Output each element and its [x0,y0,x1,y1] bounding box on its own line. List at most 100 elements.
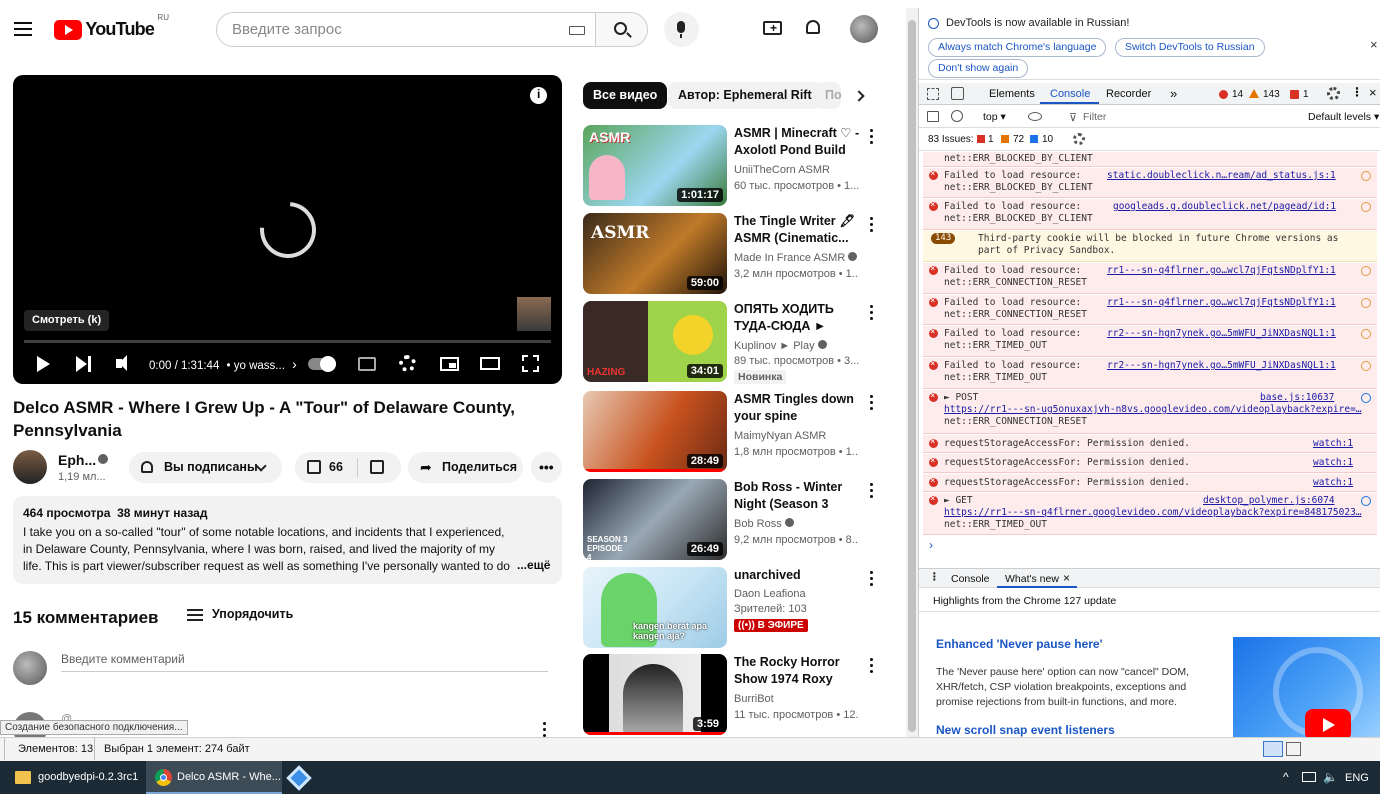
comment-menu-icon[interactable] [543,722,547,737]
close-icon[interactable]: × [1370,37,1378,52]
related-thumbnail[interactable]: ASMR 59:00 [583,213,727,294]
notifications-bell-icon[interactable] [806,20,820,34]
related-channel[interactable]: MaimyNyan ASMR [734,430,826,442]
feature-title-link[interactable]: Enhanced 'Never pause here' [936,637,1102,651]
play-icon[interactable] [37,356,50,372]
tab-console[interactable]: Console [1050,88,1090,100]
console-error-row[interactable]: requestStorageAccessFor: Permission deni… [923,474,1377,492]
chapter-arrow-icon[interactable]: › [292,356,297,372]
drawer-tab-whats-new[interactable]: What's new [1005,573,1059,585]
taskbar-item-chrome[interactable]: Delco ASMR - Whe... [146,761,282,794]
taskbar-item-folder[interactable]: goodbyedpi-0.2.3rc1 [0,761,146,794]
request-url[interactable]: https://rr1---sn-ug5onuxaxjvh-n8vs.googl… [944,404,1362,416]
fullscreen-icon[interactable] [522,355,539,372]
context-select[interactable]: top ▾ [983,111,1006,123]
feature-title-link[interactable]: New scroll snap event listeners [936,723,1115,737]
drawer-menu-icon[interactable]: ⋮ [929,571,940,583]
language-indicator[interactable]: ENG [1345,772,1369,784]
network-request-icon[interactable] [1361,202,1371,212]
request-url[interactable]: https://rr1---sn-q4flrner.googlevideo.co… [944,507,1362,519]
more-vert-icon[interactable]: ⋮ [1351,85,1363,99]
warning-count[interactable]: 143 [1263,89,1280,100]
source-link[interactable]: rr2---sn-hgn7ynek.go…5mWFU_JiNXDasNQL1:1 [1107,328,1336,340]
description-box[interactable]: 464 просмотра 38 минут назад I take you … [13,496,562,584]
more-tabs-icon[interactable]: » [1170,86,1177,101]
more-vert-icon[interactable] [870,217,874,235]
related-channel[interactable]: Bob Ross [734,518,794,530]
related-channel[interactable]: Made In France ASMR [734,252,858,264]
related-title[interactable]: Bob Ross - Winter Night (Season 3 Episod… [734,479,866,513]
console-warning-row[interactable]: 143 Third-party cookie will be blocked i… [923,231,1377,262]
like-icon[interactable] [307,460,321,474]
channel-name[interactable]: Eph... [58,452,96,468]
account-avatar[interactable] [850,15,878,43]
tab-elements[interactable]: Elements [989,88,1035,100]
source-link[interactable]: rr1---sn-q4flrner.go…wcl7qjFqtsNDplfY1:1 [1107,265,1336,277]
issues-bar[interactable]: 83 Issues: 1 72 10 [919,129,1380,151]
channel-avatar[interactable] [13,450,47,484]
subtitles-icon[interactable] [358,357,376,371]
source-link[interactable]: desktop_polymer.js:6074 [1203,495,1335,507]
console-error-row[interactable]: requestStorageAccessFor: Permission deni… [923,454,1377,473]
related-channel[interactable]: UniiTheCorn ASMR [734,164,830,176]
console-error-row[interactable]: net::ERR_BLOCKED_BY_CLIENT [923,152,1377,167]
error-count[interactable]: 14 [1232,89,1243,100]
network-request-icon[interactable] [1361,329,1371,339]
related-thumbnail[interactable]: 28:49 [583,391,727,472]
related-title[interactable]: ASMR Tingles down your spine [734,391,866,425]
close-tab-icon[interactable]: × [1063,571,1070,585]
device-toolbar-icon[interactable] [951,87,964,100]
match-language-button[interactable]: Always match Chrome's language [928,38,1107,57]
console-error-row[interactable]: Failed to load resource: net::ERR_TIMED_… [923,358,1377,389]
log-levels-select[interactable]: Default levels ▾ [1308,111,1379,123]
issues-count[interactable]: 1 [1303,89,1309,100]
autoplay-toggle[interactable] [308,356,336,372]
next-icon[interactable] [76,356,87,372]
related-thumbnail[interactable]: HAZING 34:01 [583,301,727,382]
console-error-row[interactable]: Failed to load resource: net::ERR_BLOCKE… [923,199,1377,230]
video-player[interactable]: i Смотреть (k) 0:00 / 1:31:44 • yo wass.… [13,75,562,384]
more-vert-icon[interactable] [870,483,874,501]
related-thumbnail[interactable]: ASMR 1:01:17 [583,125,727,206]
chevron-right-icon[interactable] [853,90,865,102]
console-error-row[interactable]: requestStorageAccessFor: Permission deni… [923,435,1377,453]
keyboard-icon[interactable] [569,26,585,35]
source-link[interactable]: rr1---sn-q4flrner.go…wcl7qjFqtsNDplfY1:1 [1107,297,1336,309]
details-view-icon[interactable] [1263,741,1283,757]
show-more-link[interactable]: ...ещё [515,558,551,572]
network-request-icon[interactable] [1361,393,1371,403]
progress-bar[interactable] [24,340,551,343]
eye-icon[interactable] [1028,112,1042,121]
filter-input[interactable]: Filter [1083,111,1106,123]
network-request-icon[interactable] [1361,298,1371,308]
dislike-icon[interactable] [370,460,384,474]
console-error-row[interactable]: Failed to load resource: net::ERR_CONNEC… [923,263,1377,294]
related-channel[interactable]: Kuplinov ► Play [734,340,827,352]
network-icon[interactable] [1302,772,1316,782]
menu-icon[interactable] [14,18,32,40]
tab-recorder[interactable]: Recorder [1106,88,1151,100]
dont-show-again-button[interactable]: Don't show again [928,59,1029,78]
large-icons-view-icon[interactable] [1286,742,1301,756]
related-channel[interactable]: BurriBot [734,693,774,705]
create-icon[interactable]: + [763,21,782,35]
search-button[interactable] [595,12,648,47]
more-vert-icon[interactable] [870,658,874,676]
info-icon[interactable]: i [530,87,547,104]
chip-more[interactable]: По... [815,82,841,109]
miniplayer-icon[interactable] [440,357,459,371]
clear-console-icon[interactable] [951,110,963,122]
chip-author[interactable]: Автор: Ephemeral Rift [668,82,822,109]
related-thumbnail[interactable]: kangen berat apa kangen aja? [583,567,727,648]
more-vert-icon[interactable] [870,129,874,147]
console-error-row[interactable]: Failed to load resource: net::ERR_TIMED_… [923,326,1377,357]
console-error-row[interactable]: ► GET desktop_polymer.js:6074 https://rr… [923,493,1377,535]
more-vert-icon[interactable] [870,395,874,413]
source-link[interactable]: rr2---sn-hgn7ynek.go…5mWFU_JiNXDasNQL1:1 [1107,360,1336,372]
subscribe-button[interactable]: Вы подписаны [129,452,282,483]
related-title[interactable]: The Rocky Horror Show 1974 Roxy Cast- Th… [734,654,866,688]
settings-gear-icon[interactable] [1327,87,1340,100]
drawer-tab-console[interactable]: Console [951,573,990,585]
console-error-row[interactable]: ► POST base.js:10637 https://rr1---sn-ug… [923,390,1377,434]
source-link[interactable]: base.js:10637 [1260,392,1334,404]
